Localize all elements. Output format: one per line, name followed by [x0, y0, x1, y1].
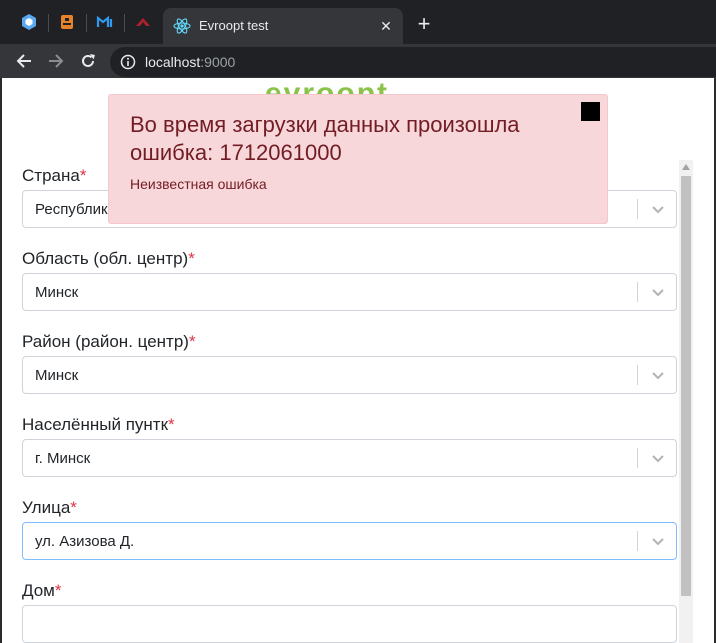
- arrow-right-icon: [49, 54, 64, 68]
- house-label: Дом*: [22, 581, 61, 601]
- district-label: Район (район. центр)*: [22, 332, 196, 352]
- street-label: Улица*: [22, 498, 77, 518]
- scroll-up-button[interactable]: [679, 160, 693, 174]
- house-input[interactable]: [22, 605, 677, 643]
- select-separator: [637, 365, 638, 385]
- region-select[interactable]: Минск: [22, 273, 677, 311]
- locality-label: Населённый пунтк*: [22, 415, 175, 435]
- street-label-text: Улица: [22, 498, 71, 517]
- page-left-edge: [0, 78, 2, 643]
- pinned-tab-puzzle[interactable]: [57, 12, 77, 32]
- chevron-down-icon[interactable]: [650, 284, 666, 300]
- required-mark: *: [188, 332, 196, 351]
- pinned-tab-hexagon[interactable]: [19, 12, 39, 32]
- required-mark: *: [188, 249, 195, 268]
- house-label-text: Дом: [22, 581, 55, 600]
- pinned-tab-mui[interactable]: [95, 12, 115, 32]
- browser-tab-active[interactable]: Evroopt test ✕: [163, 8, 403, 44]
- street-select-value: ул. Азизова Д.: [35, 533, 135, 550]
- url-host: localhost: [145, 54, 201, 70]
- react-icon: [173, 18, 191, 34]
- district-select[interactable]: Минск: [22, 356, 677, 394]
- dark-app-icon: [136, 18, 150, 26]
- country-label-text: Страна: [22, 166, 80, 185]
- new-tab-button[interactable]: +: [412, 13, 436, 37]
- browser-tabbar: Evroopt test ✕ +: [0, 0, 716, 44]
- hexagon-app-icon: [22, 14, 36, 30]
- url-port: :9000: [200, 54, 236, 70]
- puzzle-app-icon: [61, 15, 73, 29]
- error-alert: Во время загрузки данных произошла ошибк…: [108, 94, 608, 224]
- region-select-value: Минск: [35, 284, 79, 301]
- required-mark: *: [70, 498, 77, 517]
- district-select-value: Минск: [35, 367, 79, 384]
- select-separator: [637, 448, 638, 468]
- locality-select-value: г. Минск: [35, 450, 91, 467]
- chevron-down-icon[interactable]: [650, 367, 666, 383]
- alert-close-button[interactable]: [581, 102, 600, 121]
- forward-button[interactable]: [45, 50, 67, 72]
- arrow-left-icon: [16, 54, 31, 68]
- select-separator: [637, 199, 638, 219]
- region-label-text: Область (обл. центр): [22, 249, 189, 268]
- mui-app-icon: [96, 15, 113, 27]
- address-bar[interactable]: localhost:9000: [110, 47, 716, 77]
- region-label: Область (обл. центр)*: [22, 249, 195, 269]
- required-mark: *: [54, 581, 62, 600]
- page-viewport: evroopt Страна* Республика Беларусь Обла…: [0, 78, 716, 643]
- reload-button[interactable]: [77, 50, 99, 72]
- district-label-text: Район (район. центр): [22, 332, 189, 351]
- scrollbar-thumb[interactable]: [681, 176, 691, 596]
- locality-select[interactable]: г. Минск: [22, 439, 677, 477]
- select-separator: [637, 282, 638, 302]
- tab-separator: [48, 14, 49, 32]
- chevron-down-icon[interactable]: [650, 450, 666, 466]
- tab-separator: [86, 14, 87, 32]
- pinned-tab-dark[interactable]: [133, 12, 153, 32]
- chevron-down-icon[interactable]: [650, 533, 666, 549]
- chevron-down-icon[interactable]: [650, 201, 666, 217]
- browser-toolbar: localhost:9000: [0, 44, 716, 78]
- select-separator: [637, 531, 638, 551]
- info-icon[interactable]: [120, 54, 136, 70]
- country-label: Страна*: [22, 166, 86, 186]
- back-button[interactable]: [13, 50, 35, 72]
- alert-message: Неизвестная ошибка: [130, 176, 267, 192]
- caret-up-icon: [682, 164, 690, 170]
- required-mark: *: [168, 415, 175, 434]
- reload-icon: [82, 54, 95, 67]
- page-scrollbar[interactable]: [679, 160, 693, 643]
- locality-label-text: Населённый пунтк: [22, 415, 169, 434]
- tab-close-icon[interactable]: ✕: [377, 17, 395, 35]
- tab-title: Evroopt test: [199, 18, 269, 33]
- required-mark: *: [79, 166, 87, 185]
- url-text: localhost:9000: [145, 54, 235, 70]
- alert-title: Во время загрузки данных произошла ошибк…: [130, 112, 520, 165]
- street-select[interactable]: ул. Азизова Д.: [22, 522, 677, 560]
- tab-separator: [124, 14, 125, 32]
